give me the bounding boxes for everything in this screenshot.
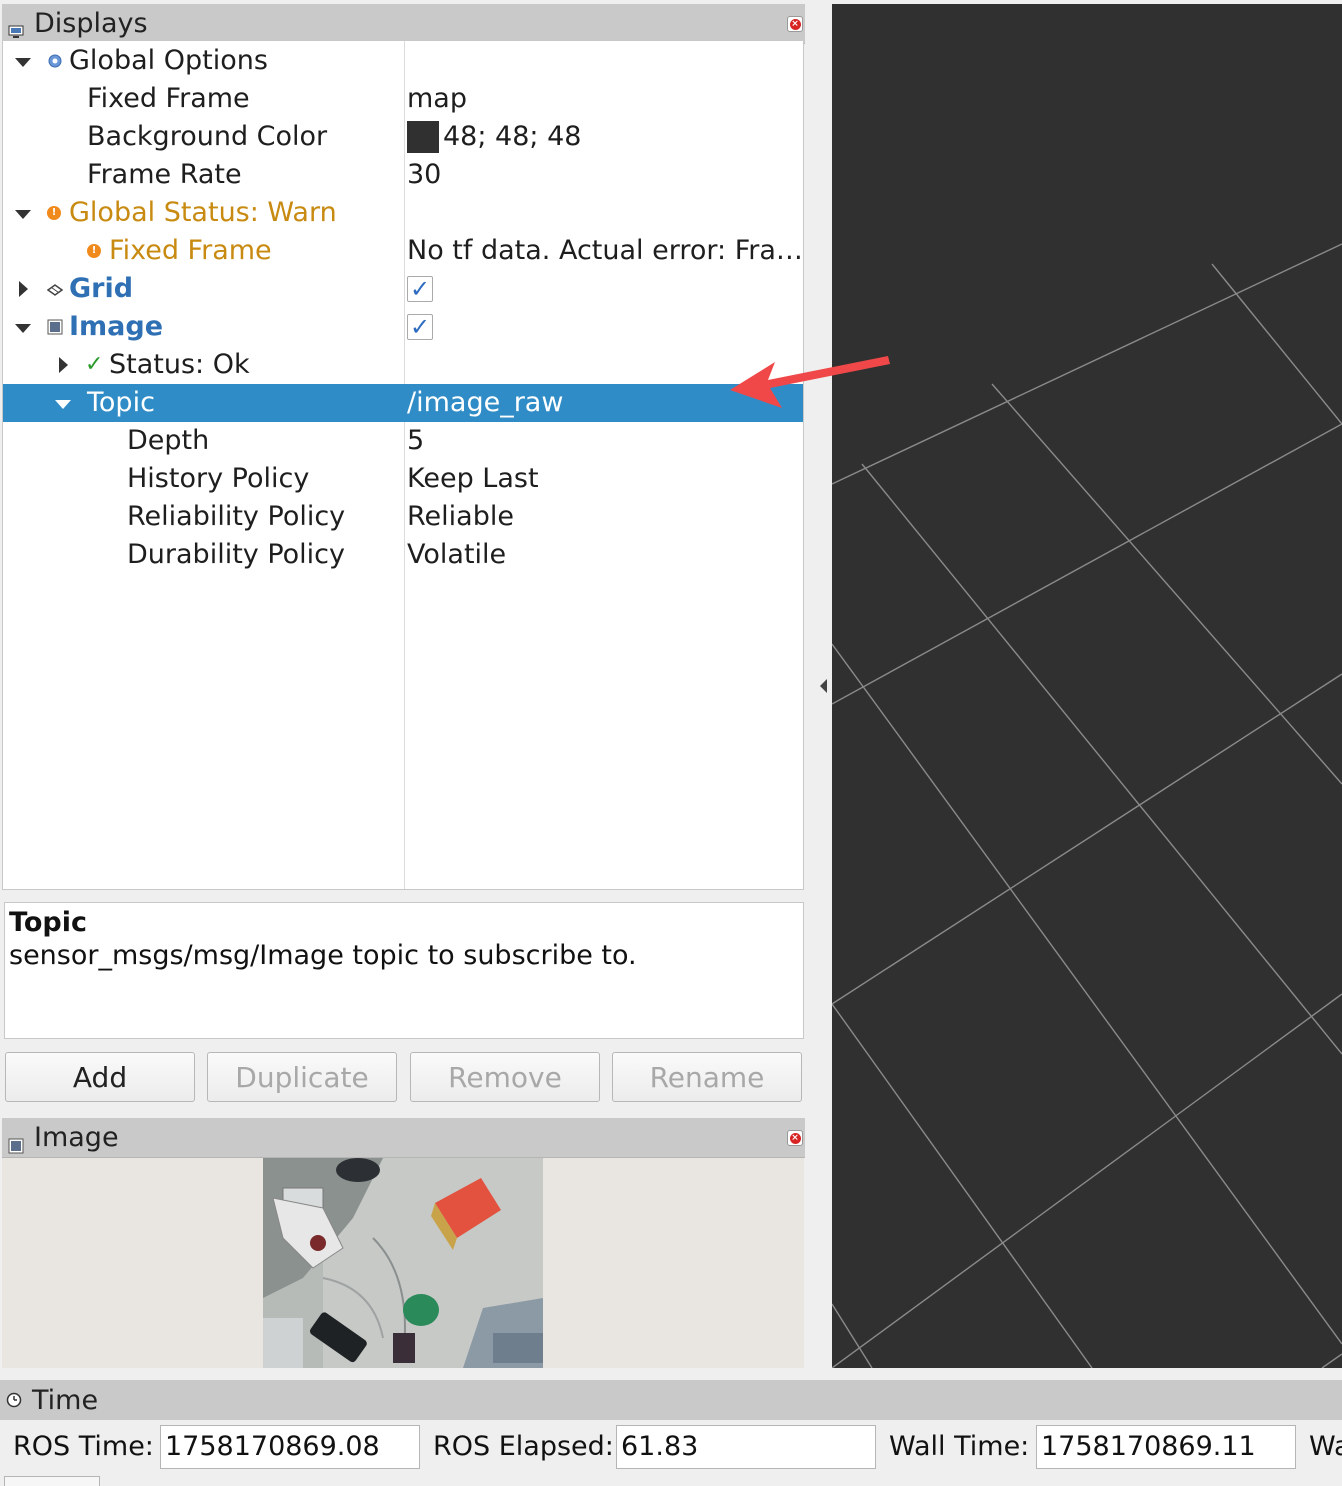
fixed-frame-value[interactable]: map <box>407 80 467 118</box>
tree-row-image[interactable]: Image ✓ <box>3 308 803 346</box>
ros-time-field[interactable]: 1758170869.08 <box>160 1425 420 1469</box>
clock-icon <box>6 1392 22 1408</box>
wall-elapsed-label: Wa <box>1309 1431 1342 1462</box>
tree-row-depth[interactable]: Depth 5 <box>3 422 803 460</box>
wall-time-field[interactable]: 1758170869.11 <box>1036 1425 1296 1469</box>
expand-arrow-icon[interactable] <box>15 210 31 219</box>
tree-label: Topic <box>87 387 155 418</box>
tree-row-status-fixed-frame[interactable]: ! Fixed Frame No tf data. Actual error: … <box>3 232 803 270</box>
collapse-left-icon[interactable] <box>819 678 829 694</box>
tree-label: Reliability Policy <box>127 501 346 532</box>
tree-label: Global Status: Warn <box>69 197 337 228</box>
tree-row-durability-policy[interactable]: Durability Policy Volatile <box>3 536 803 574</box>
reset-button[interactable] <box>4 1476 100 1486</box>
display-tree[interactable]: Global Options Fixed Frame map Backgroun… <box>2 40 804 890</box>
tree-row-frame-rate[interactable]: Frame Rate 30 <box>3 156 803 194</box>
3d-render-view[interactable] <box>832 4 1342 1368</box>
checkbox[interactable]: ✓ <box>407 313 433 341</box>
help-text: sensor_msgs/msg/Image topic to subscribe… <box>9 940 637 971</box>
displays-panel-title: Displays <box>34 8 148 39</box>
image-icon <box>8 1130 24 1153</box>
time-panel-title: Time <box>32 1384 99 1416</box>
tree-label: Durability Policy <box>127 539 346 570</box>
grid-enabled-checkbox[interactable]: ✓ <box>407 270 433 308</box>
tree-row-fixed-frame[interactable]: Fixed Frame map <box>3 80 803 118</box>
displays-panel-title-bar[interactable]: Displays × <box>2 4 805 44</box>
help-title: Topic <box>9 907 87 938</box>
ros-elapsed-label: ROS Elapsed: <box>433 1431 614 1462</box>
depth-value[interactable]: 5 <box>407 422 424 460</box>
tree-label: Fixed Frame <box>109 235 272 266</box>
grid-icon <box>47 284 63 296</box>
remove-button[interactable]: Remove <box>410 1052 600 1102</box>
image-panel-title-bar[interactable]: Image × <box>2 1118 805 1158</box>
gear-icon <box>48 54 62 68</box>
camera-image <box>263 1158 543 1368</box>
wall-time-label: Wall Time: <box>889 1431 1030 1462</box>
durability-policy-value[interactable]: Volatile <box>407 536 506 574</box>
property-help-box: Topic sensor_msgs/msg/Image topic to sub… <box>4 902 804 1039</box>
expand-arrow-icon[interactable] <box>15 324 31 333</box>
color-swatch[interactable] <box>407 121 439 153</box>
image-icon <box>47 319 63 335</box>
add-button[interactable]: Add <box>5 1052 195 1102</box>
tree-row-reliability-policy[interactable]: Reliability Policy Reliable <box>3 498 803 536</box>
ros-time-label: ROS Time: <box>13 1431 154 1462</box>
topic-value[interactable]: /image_raw <box>407 384 563 422</box>
tree-row-background-color[interactable]: Background Color 48; 48; 48 <box>3 118 803 156</box>
fixed-frame-error-value: No tf data. Actual error: Fra… <box>407 235 803 266</box>
tree-label: Grid <box>69 273 134 304</box>
tree-row-grid[interactable]: Grid ✓ <box>3 270 803 308</box>
tree-row-global-options[interactable]: Global Options <box>3 42 803 80</box>
collapse-arrow-icon[interactable] <box>59 357 68 373</box>
close-icon[interactable]: × <box>787 1130 803 1146</box>
time-panel-title-bar[interactable]: Time <box>0 1380 1342 1420</box>
check-icon: ✓ <box>85 352 104 377</box>
frame-rate-value[interactable]: 30 <box>407 156 441 194</box>
monitor-icon <box>8 16 24 38</box>
tree-label: Image <box>69 311 164 342</box>
reliability-policy-value[interactable]: Reliable <box>407 498 514 536</box>
rviz-window: Displays × Global Options Fixed Frame ma… <box>0 0 1342 1486</box>
checkbox[interactable]: ✓ <box>407 275 433 303</box>
warning-icon: ! <box>47 206 61 220</box>
collapse-arrow-icon[interactable] <box>19 281 28 297</box>
close-icon[interactable]: × <box>787 16 803 32</box>
background-color-value[interactable]: 48; 48; 48 <box>407 118 581 156</box>
rename-button[interactable]: Rename <box>612 1052 802 1102</box>
tree-label: Fixed Frame <box>87 83 250 114</box>
history-policy-value[interactable]: Keep Last <box>407 460 539 498</box>
tree-label: Depth <box>127 425 210 456</box>
expand-arrow-icon[interactable] <box>15 58 31 67</box>
tree-label: History Policy <box>127 463 310 494</box>
warning-icon: ! <box>87 244 101 258</box>
background-color-text: 48; 48; 48 <box>443 121 582 152</box>
expand-arrow-icon[interactable] <box>55 400 71 409</box>
tree-row-topic[interactable]: Topic /image_raw <box>3 384 803 422</box>
tree-label: Frame Rate <box>87 159 242 190</box>
tree-row-image-status[interactable]: ✓ Status: Ok <box>3 346 803 384</box>
ros-elapsed-field[interactable]: 61.83 <box>616 1425 876 1469</box>
tree-row-global-status[interactable]: ! Global Status: Warn <box>3 194 803 232</box>
image-enabled-checkbox[interactable]: ✓ <box>407 308 433 346</box>
tree-label: Global Options <box>69 45 268 76</box>
duplicate-button[interactable]: Duplicate <box>207 1052 397 1102</box>
image-panel-title: Image <box>34 1122 119 1153</box>
tree-label: Status: Ok <box>109 349 250 380</box>
tree-label: Background Color <box>87 121 328 152</box>
panel-splitter[interactable] <box>805 4 832 1368</box>
annotation-arrow-icon <box>730 356 890 408</box>
tree-row-history-policy[interactable]: History Policy Keep Last <box>3 460 803 498</box>
